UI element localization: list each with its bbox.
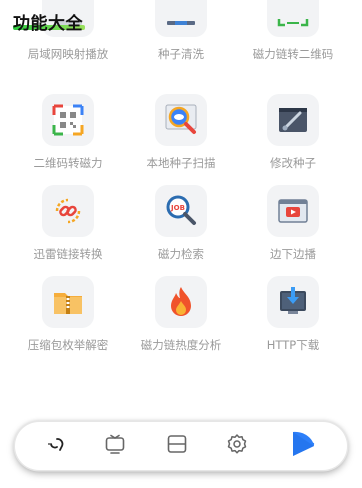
- svg-text:JOB: JOB: [170, 204, 185, 212]
- local-seed-scan-icon: [155, 94, 207, 146]
- page-title: 功能大全: [13, 14, 83, 34]
- link-convert-icon: [42, 185, 94, 237]
- tv-icon: [104, 433, 126, 459]
- feature-http-download[interactable]: HTTP下载: [233, 276, 353, 353]
- feature-label: 局域网映射播放: [27, 47, 109, 61]
- feature-edit-seed[interactable]: 修改种子: [233, 94, 353, 171]
- qr-scan-icon: [42, 94, 94, 146]
- qr-code-icon: [267, 0, 319, 37]
- feature-label: 磁力链热度分析: [140, 338, 222, 352]
- download-icon: [267, 276, 319, 328]
- feature-label: 本地种子扫描: [146, 156, 216, 170]
- bottom-nav-bar: [15, 422, 347, 470]
- zip-decrypt-icon: [42, 276, 94, 328]
- fire-icon: [155, 276, 207, 328]
- feature-label: 修改种子: [270, 156, 316, 170]
- nav-tasks[interactable]: [165, 434, 189, 458]
- nav-active[interactable]: [287, 431, 317, 461]
- feature-label: 边下边播: [270, 247, 316, 261]
- gear-icon: [226, 433, 248, 459]
- feature-play-while-download[interactable]: 边下边播: [233, 185, 353, 262]
- nav-home[interactable]: [45, 434, 69, 458]
- link-icon: [46, 433, 68, 459]
- feature-thunder-link-convert[interactable]: 迅雷链接转换: [8, 185, 128, 262]
- feature-label: 磁力链转二维码: [252, 47, 334, 61]
- section-header: 功能大全: [13, 9, 85, 34]
- feature-label: HTTP下载: [266, 338, 320, 352]
- feature-magnet-search[interactable]: JOB 磁力检索: [121, 185, 241, 262]
- feature-seed-clean[interactable]: 种子清洗: [121, 0, 241, 62]
- feature-label: 迅雷链接转换: [33, 247, 103, 261]
- feature-qr-to-magnet[interactable]: 二维码转磁力: [8, 94, 128, 171]
- feature-local-seed-scan[interactable]: 本地种子扫描: [121, 94, 241, 171]
- nav-tv[interactable]: [103, 434, 127, 458]
- seed-clean-icon: [155, 0, 207, 37]
- feature-zip-decrypt[interactable]: 压缩包枚举解密: [8, 276, 128, 353]
- feature-label: 种子清洗: [158, 47, 204, 61]
- feature-magnet-to-qr[interactable]: 磁力链转二维码: [233, 0, 353, 62]
- video-play-icon: [267, 185, 319, 237]
- feature-magnet-heat-analysis[interactable]: 磁力链热度分析: [121, 276, 241, 353]
- nav-settings[interactable]: [225, 434, 249, 458]
- feature-label: 磁力检索: [158, 247, 204, 261]
- blue-fan-icon: [287, 429, 317, 463]
- cards-icon: [166, 433, 188, 459]
- edit-seed-icon: [267, 94, 319, 146]
- feature-label: 压缩包枚举解密: [27, 338, 109, 352]
- magnet-search-icon: JOB: [155, 185, 207, 237]
- feature-label: 二维码转磁力: [33, 156, 103, 170]
